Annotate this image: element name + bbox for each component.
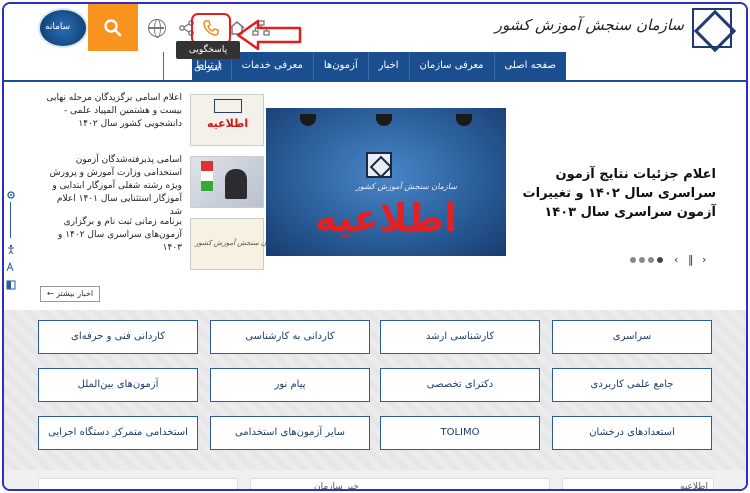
news-list: اعلام اسامی برگزیدگان مرحله نهایی بیست و… — [42, 92, 301, 278]
hero-logo-icon — [366, 152, 392, 178]
category-button[interactable]: کاردانی فنی و حرفه‌ای — [38, 320, 198, 354]
logo-mark-icon — [692, 8, 732, 48]
hero-caption[interactable]: اعلام جزئیات نتایج آزمون سراسری سال ۱۴۰۲… — [516, 165, 716, 222]
main-nav: صفحه اصلی معرفی سازمان اخبار آزمون‌ها مع… — [163, 52, 566, 80]
news-item[interactable]: اعلام اسامی برگزیدگان مرحله نهایی بیست و… — [42, 92, 264, 154]
spotlight-icon — [456, 114, 472, 126]
spotlight-icon — [300, 114, 316, 126]
bottom-card — [38, 478, 238, 489]
hero-subtitle: سازمان سنجش آموزش کشور — [356, 182, 457, 191]
category-button[interactable]: سایر آزمون‌های استخدامی — [210, 416, 370, 450]
carousel-dot[interactable] — [639, 257, 645, 263]
prev-arrow-icon[interactable]: ‹ — [674, 253, 678, 266]
category-button[interactable]: جامع علمی کاربردی — [552, 368, 712, 402]
pause-icon[interactable]: ‖ — [688, 253, 694, 266]
emblem-logo[interactable]: سامانه — [38, 8, 88, 48]
site-logo[interactable]: سازمان سنجش آموزش کشور — [495, 8, 732, 50]
carousel-controls: ‹ ‖ › — [630, 253, 720, 266]
news-item[interactable]: برنامه زمانی ثبت نام و برگزاری آزمون‌های… — [42, 216, 301, 278]
next-arrow-icon[interactable]: › — [702, 253, 706, 266]
exam-categories-panel: سراسری کارشناسی ارشد کاردانی به کارشناسی… — [4, 310, 746, 470]
news-thumbnail[interactable] — [190, 156, 264, 208]
category-button[interactable]: پیام نور — [210, 368, 370, 402]
hero-slide-image[interactable]: سازمان سنجش آموزش کشور اطلاعیه — [266, 108, 506, 256]
nav-exams[interactable]: آزمون‌ها — [312, 52, 368, 80]
hero-title: اطلاعیه — [314, 196, 458, 240]
nav-news[interactable]: اخبار — [367, 52, 409, 80]
more-news-label: اخبار بیشتر — [56, 289, 94, 298]
bottom-right-title: اطلاعیه — [680, 482, 708, 491]
logo-text: سازمان سنجش آموزش کشور — [494, 16, 684, 34]
news-headline[interactable]: اسامی پذیرفته‌شدگان آزمون استخدامی وزارت… — [42, 154, 182, 219]
category-button[interactable]: استخدامی متمرکز دستگاه اجرایی — [38, 416, 198, 450]
category-button[interactable]: دکترای تخصصی — [380, 368, 540, 402]
category-button[interactable]: آزمون‌های بین‌الملل — [38, 368, 198, 402]
search-button[interactable] — [88, 4, 138, 51]
category-button[interactable]: کارشناسی ارشد — [380, 320, 540, 354]
news-thumbnail[interactable] — [190, 94, 264, 146]
nav-home[interactable]: صفحه اصلی — [493, 52, 566, 80]
emblem-text: سامانه — [45, 22, 71, 32]
news-item[interactable]: اسامی پذیرفته‌شدگان آزمون استخدامی وزارت… — [42, 154, 264, 219]
news-thumbnail[interactable] — [190, 218, 301, 270]
more-news-button[interactable]: ← اخبار بیشتر — [40, 286, 100, 302]
site-header: سامانه پاسخگویی اینترنتی سازمان سنجش آمو… — [4, 4, 746, 73]
nav-underline — [4, 80, 746, 82]
contrast-icon[interactable] — [6, 280, 16, 290]
accessibility-icon[interactable] — [6, 244, 16, 254]
settings-gear-icon[interactable] — [6, 190, 16, 200]
category-button[interactable]: سراسری — [552, 320, 712, 354]
globe-icon[interactable] — [148, 19, 166, 38]
category-button[interactable]: TOLIMO — [380, 416, 540, 450]
carousel-dot-active[interactable] — [657, 257, 663, 263]
bottom-mid-title: خبر سازمان — [314, 482, 359, 491]
news-headline[interactable]: برنامه زمانی ثبت نام و برگزاری آزمون‌های… — [42, 216, 182, 255]
news-headline[interactable]: اعلام اسامی برگزیدگان مرحله نهایی بیست و… — [42, 92, 182, 131]
carousel-dot[interactable] — [648, 257, 654, 263]
category-button[interactable]: کاردانی به کارشناسی — [210, 320, 370, 354]
search-icon — [104, 18, 122, 36]
support-tooltip: پاسخگویی اینترنتی — [176, 41, 240, 73]
arrow-left-icon: ← — [46, 289, 54, 298]
side-divider — [10, 202, 11, 238]
carousel-dot[interactable] — [630, 257, 636, 263]
text-size-icon[interactable] — [6, 262, 16, 272]
nav-about[interactable]: معرفی سازمان — [408, 52, 494, 80]
annotation-arrow-icon — [236, 19, 302, 51]
browser-frame: سامانه پاسخگویی اینترنتی سازمان سنجش آمو… — [2, 2, 748, 491]
bottom-card — [250, 478, 550, 489]
nav-services[interactable]: معرفی خدمات — [230, 52, 313, 80]
spotlight-icon — [376, 114, 392, 126]
category-button[interactable]: استعدادهای درخشان — [552, 416, 712, 450]
